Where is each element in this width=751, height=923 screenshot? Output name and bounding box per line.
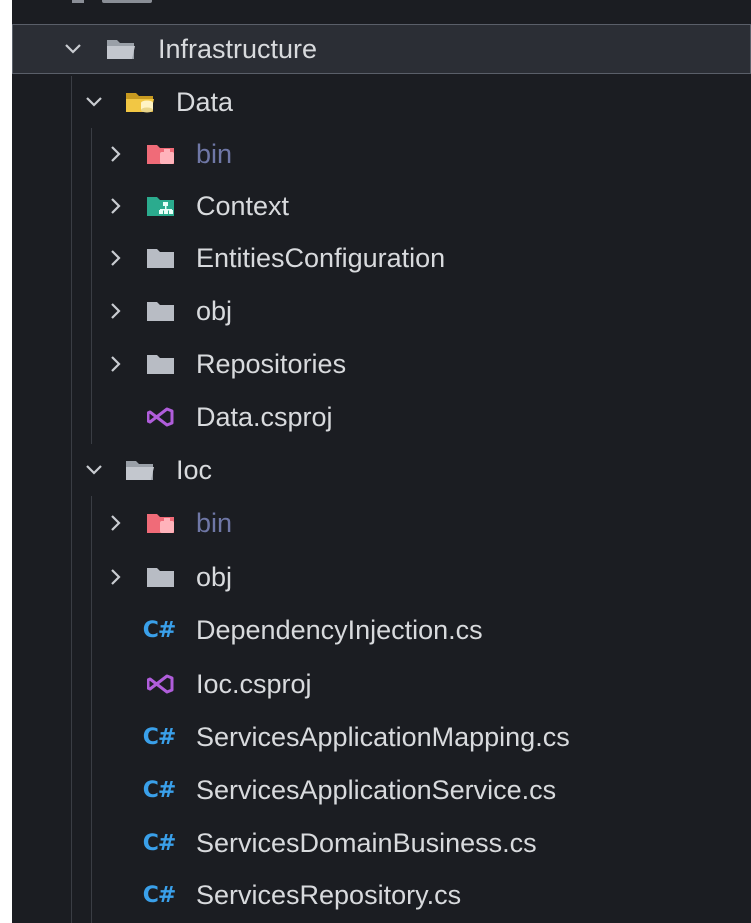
file-explorer-panel: Infrastructure Data bin Context Entities… [12,0,751,923]
chevron-down-icon[interactable] [84,76,104,128]
folder-bin-icon [145,128,177,180]
tree-item-servicesdomainbusiness-cs[interactable]: C# ServicesDomainBusiness.cs [12,817,751,869]
tree-item-data[interactable]: Data [12,76,751,128]
chevron-down-icon[interactable] [63,25,83,73]
tree-item-servicesapplicationmapping-cs[interactable]: C# ServicesApplicationMapping.cs [12,711,751,763]
chevron-right-icon[interactable] [106,285,126,337]
tree-item-label: Data [176,86,234,117]
visual-studio-project-icon [145,658,177,710]
tree-item-label: Infrastructure [158,33,318,64]
tree-item-ioc-csproj[interactable]: Ioc.csproj [12,658,751,710]
tree-item-infrastructure[interactable]: Infrastructure [12,24,751,74]
tree-item-servicesrepository-cs[interactable]: C# ServicesRepository.cs [12,869,751,921]
tree-item-label: DependencyInjection.cs [196,614,483,645]
folder-open-icon [124,444,156,496]
folder-open-icon [105,25,137,73]
chevron-right-icon[interactable] [106,497,126,549]
tree-item-bin[interactable]: bin [12,497,751,549]
tree-item-label: ServicesApplicationService.cs [196,774,557,805]
csharp-file-icon: C# [142,617,177,643]
tree-item-obj[interactable]: obj [12,551,751,603]
visual-studio-project-icon [145,391,177,443]
tree-item-dependencyinjection-cs[interactable]: C# DependencyInjection.cs [12,604,751,656]
tree-item-label: obj [196,295,233,326]
tree-item-label: ServicesRepository.cs [196,879,462,910]
chevron-right-icon[interactable] [106,551,126,603]
tree-item-label: obj [196,561,233,592]
chevron-down-icon[interactable] [84,444,104,496]
tree-item-entitiesconfiguration[interactable]: EntitiesConfiguration [12,232,751,284]
tree-item-label: Context [196,190,290,221]
folder-database-open-icon [124,76,156,128]
tree-item-bin[interactable]: bin [12,128,751,180]
tree-item-label: EntitiesConfiguration [196,242,446,273]
folder-icon [145,551,177,603]
chevron-right-icon[interactable] [106,180,126,232]
folder-context-icon [145,180,177,232]
tree-item-label: bin [196,507,233,538]
csharp-file-icon: C# [142,830,177,856]
tree-item-label: Repositories [196,348,347,379]
tree-item-label: Ioc [176,454,213,485]
csharp-file-icon: C# [142,882,177,908]
tree-item-data-csproj[interactable]: Data.csproj [12,391,751,443]
tree-item-context[interactable]: Context [12,180,751,232]
csharp-file-icon: C# [142,777,177,803]
chevron-right-icon[interactable] [106,128,126,180]
folder-icon [145,338,177,390]
tree-item-label: bin [196,138,233,169]
tree-item-label: ServicesApplicationMapping.cs [196,721,570,752]
folder-icon [145,285,177,337]
cutoff-row-fragment [72,0,162,6]
csharp-file-icon: C# [142,724,177,750]
tree-item-servicesapplicationservice-cs[interactable]: C# ServicesApplicationService.cs [12,764,751,816]
chevron-right-icon[interactable] [106,338,126,390]
folder-icon [145,232,177,284]
tree-item-ioc[interactable]: Ioc [12,444,751,496]
chevron-right-icon[interactable] [106,232,126,284]
tree-item-label: Data.csproj [196,401,333,432]
tree-item-repositories[interactable]: Repositories [12,338,751,390]
folder-bin-icon [145,497,177,549]
tree-item-label: Ioc.csproj [196,668,312,699]
tree-item-label: ServicesDomainBusiness.cs [196,827,537,858]
tree-item-obj[interactable]: obj [12,285,751,337]
